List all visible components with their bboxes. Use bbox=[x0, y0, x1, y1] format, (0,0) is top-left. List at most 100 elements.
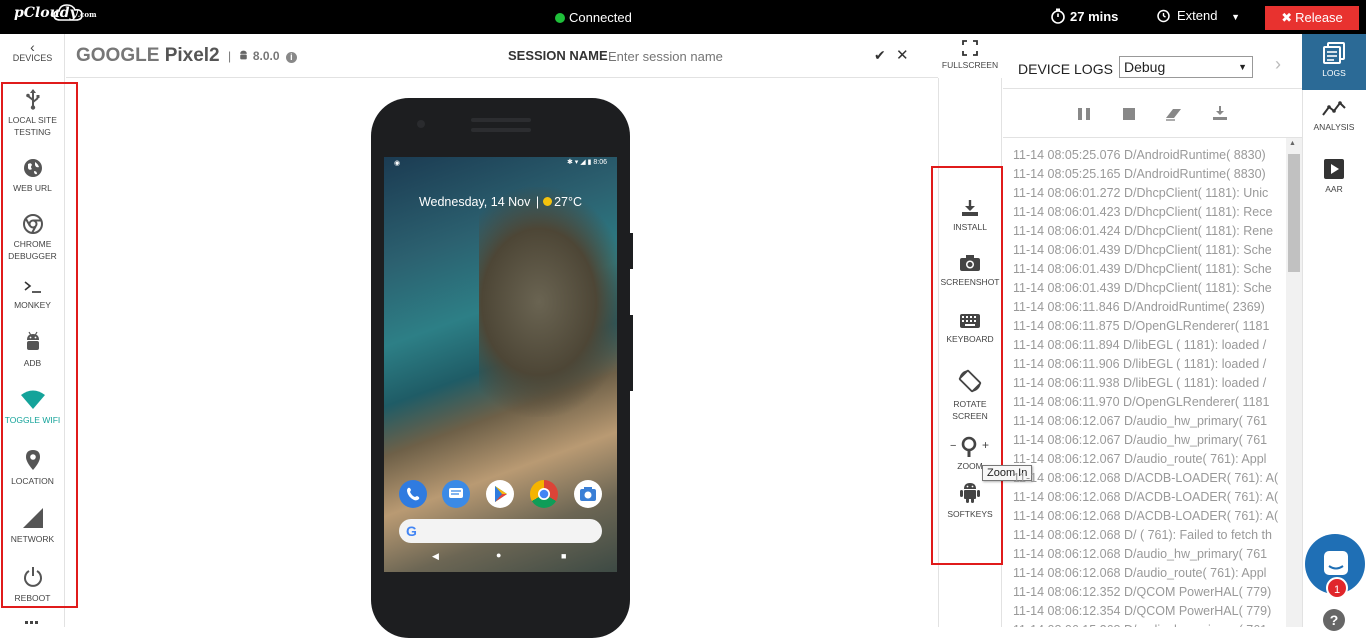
sun-icon bbox=[543, 197, 553, 206]
log-controls bbox=[1003, 88, 1302, 138]
extend-dropdown[interactable]: Extend ▼ bbox=[1156, 8, 1240, 23]
chrome-app-icon[interactable] bbox=[530, 480, 558, 508]
log-line: 11-14 08:06:01.423 D/DhcpClient( 1181): … bbox=[1013, 205, 1273, 219]
log-list[interactable]: 11-14 08:05:25.076 D/AndroidRuntime( 883… bbox=[1003, 140, 1289, 627]
sidebar-item-toggle-wifi[interactable]: TOGGLE WIFI bbox=[0, 390, 65, 426]
log-line: 11-14 08:06:12.067 D/audio_route( 761): … bbox=[1013, 452, 1267, 466]
play-store-app-icon[interactable] bbox=[486, 480, 514, 508]
phone-app-icon[interactable] bbox=[399, 480, 427, 508]
more-grid-icon[interactable] bbox=[25, 620, 39, 627]
nav-logs[interactable]: LOGS bbox=[1302, 34, 1366, 90]
check-icon[interactable]: ✔ bbox=[874, 47, 886, 64]
play-icon bbox=[1324, 159, 1344, 179]
sidebar-item-monkey[interactable]: MONKEY bbox=[0, 280, 65, 311]
keyboard-icon bbox=[960, 314, 980, 328]
log-line: 11-14 08:05:25.165 D/AndroidRuntime( 883… bbox=[1013, 167, 1266, 181]
google-search-bar[interactable]: G bbox=[399, 519, 602, 543]
zoom-out-button[interactable]: − bbox=[950, 440, 956, 452]
log-line: 11-14 08:06:15.268 D/audio_hw_primary( 7… bbox=[1013, 623, 1267, 627]
nav-home-icon[interactable]: ● bbox=[496, 550, 501, 560]
fullscreen-button[interactable]: FULLSCREEN bbox=[938, 40, 1002, 70]
download-icon[interactable] bbox=[1212, 105, 1228, 121]
pause-icon[interactable] bbox=[1077, 107, 1091, 121]
zoom-in-button[interactable]: + bbox=[982, 439, 989, 451]
log-line: 11-14 08:06:01.272 D/DhcpClient( 1181): … bbox=[1013, 186, 1269, 200]
analysis-icon bbox=[1322, 101, 1346, 116]
log-line: 11-14 08:06:11.846 D/AndroidRuntime( 236… bbox=[1013, 300, 1265, 314]
android-icon bbox=[960, 483, 980, 503]
log-line: 11-14 08:06:11.938 D/libEGL ( 1181): loa… bbox=[1013, 376, 1267, 390]
log-line: 11-14 08:06:12.067 D/audio_hw_primary( 7… bbox=[1013, 433, 1268, 447]
release-button[interactable]: ✖ Release bbox=[1265, 6, 1359, 30]
chevron-right-icon[interactable]: › bbox=[1275, 54, 1281, 75]
device-logs-panel: DEVICE LOGS Debug ▼ › 11-14 08:05:25.076 … bbox=[1003, 34, 1302, 627]
log-line: 11-14 08:06:11.906 D/libEGL ( 1181): loa… bbox=[1013, 357, 1267, 371]
speaker-grille bbox=[471, 128, 531, 132]
rotate-icon bbox=[958, 369, 982, 393]
log-line: 11-14 08:06:01.439 D/DhcpClient( 1181): … bbox=[1013, 262, 1272, 276]
chat-notification-badge: 1 bbox=[1326, 577, 1348, 599]
nav-aar[interactable]: AAR bbox=[1302, 158, 1366, 194]
session-timer: 27 mins bbox=[1050, 8, 1118, 24]
sidebar-item-web-url[interactable]: WEB URL bbox=[0, 158, 65, 194]
nav-recents-icon[interactable]: ■ bbox=[561, 551, 566, 561]
log-line: 11-14 08:06:01.439 D/DhcpClient( 1181): … bbox=[1013, 281, 1272, 295]
log-line: 11-14 08:06:12.352 D/QCOM PowerHAL( 779) bbox=[1013, 585, 1272, 599]
session-name-label: SESSION NAME bbox=[508, 48, 608, 63]
cloud-icon bbox=[53, 4, 83, 21]
wifi-icon bbox=[20, 390, 45, 409]
softkeys-button[interactable]: SOFTKEYS bbox=[938, 480, 1002, 520]
close-icon[interactable]: ✕ bbox=[896, 46, 909, 64]
messages-app-icon[interactable] bbox=[442, 480, 470, 508]
info-icon[interactable]: i bbox=[285, 52, 297, 63]
stopwatch-icon bbox=[1051, 8, 1065, 24]
scroll-up-arrow-icon[interactable]: ▲ bbox=[1289, 140, 1296, 147]
session-name-input[interactable] bbox=[608, 45, 858, 67]
globe-icon bbox=[23, 159, 42, 177]
nav-analysis[interactable]: ANALYSIS bbox=[1302, 100, 1366, 132]
log-scrollbar-thumb[interactable] bbox=[1288, 154, 1300, 272]
rotate-screen-button[interactable]: ROTATE SCREEN bbox=[938, 368, 1002, 422]
status-dot-icon bbox=[555, 13, 565, 23]
notification-icon: ◉ bbox=[394, 160, 401, 167]
android-icon bbox=[26, 331, 39, 350]
log-line: 11-14 08:05:25.076 D/AndroidRuntime( 883… bbox=[1013, 148, 1266, 162]
devices-back-button[interactable]: ‹ DEVICES bbox=[0, 39, 65, 63]
location-pin-icon bbox=[25, 450, 40, 470]
date-weather-widget[interactable]: Wednesday, 14 Nov | 27°C bbox=[384, 195, 617, 209]
close-icon: ✖ bbox=[1281, 10, 1293, 25]
android-icon bbox=[240, 50, 248, 60]
sidebar-item-chrome-debugger[interactable]: CHROME DEBUGGER bbox=[0, 214, 65, 262]
terminal-icon bbox=[24, 281, 41, 293]
log-line: 11-14 08:06:11.875 D/OpenGLRenderer( 118… bbox=[1013, 319, 1270, 333]
install-button[interactable]: INSTALL bbox=[938, 199, 1002, 233]
device-name: GOOGLE Pixel2 bbox=[76, 45, 220, 66]
log-line: 11-14 08:06:12.068 D/ACDB-LOADER( 761): … bbox=[1013, 471, 1279, 485]
log-level-select[interactable]: Debug ▼ bbox=[1119, 56, 1253, 78]
zoom-icon bbox=[961, 436, 977, 457]
eraser-icon[interactable] bbox=[1165, 107, 1183, 121]
power-icon bbox=[23, 567, 42, 587]
sidebar-item-network[interactable]: NETWORK bbox=[0, 507, 65, 545]
sidebar-item-local-site-testing[interactable]: LOCAL SITE TESTING bbox=[0, 88, 65, 138]
log-line: 11-14 08:06:12.067 D/audio_hw_primary( 7… bbox=[1013, 414, 1268, 428]
fullscreen-icon bbox=[962, 40, 978, 56]
sidebar-item-location[interactable]: LOCATION bbox=[0, 449, 65, 487]
log-line: 11-14 08:06:01.439 D/DhcpClient( 1181): … bbox=[1013, 243, 1272, 257]
log-line: 11-14 08:06:12.068 D/audio_hw_primary( 7… bbox=[1013, 547, 1268, 561]
sidebar-item-adb[interactable]: ADB bbox=[0, 331, 65, 369]
chevron-down-icon: ▼ bbox=[1231, 12, 1241, 22]
sidebar-item-reboot[interactable]: REBOOT bbox=[0, 566, 65, 604]
phone-status-bar: ◉ ✱ ▾ ◢ ▮ 8:06 bbox=[384, 157, 617, 169]
stop-icon[interactable] bbox=[1122, 107, 1136, 121]
keyboard-button[interactable]: KEYBOARD bbox=[938, 313, 1002, 345]
nav-back-icon[interactable]: ◀ bbox=[432, 551, 439, 562]
chevron-left-icon: ‹ bbox=[30, 39, 35, 55]
log-line: 11-14 08:06:01.424 D/DhcpClient( 1181): … bbox=[1013, 224, 1274, 238]
camera-app-icon[interactable] bbox=[574, 480, 602, 508]
screenshot-button[interactable]: SCREENSHOT bbox=[938, 254, 1002, 288]
device-screen[interactable]: ◉ ✱ ▾ ◢ ▮ 8:06 Wednesday, 14 Nov | 27°C G… bbox=[384, 157, 617, 572]
speaker-grille bbox=[471, 118, 531, 122]
help-button[interactable]: ? bbox=[1323, 609, 1345, 631]
log-line: 11-14 08:06:12.068 D/ACDB-LOADER( 761): … bbox=[1013, 509, 1279, 523]
